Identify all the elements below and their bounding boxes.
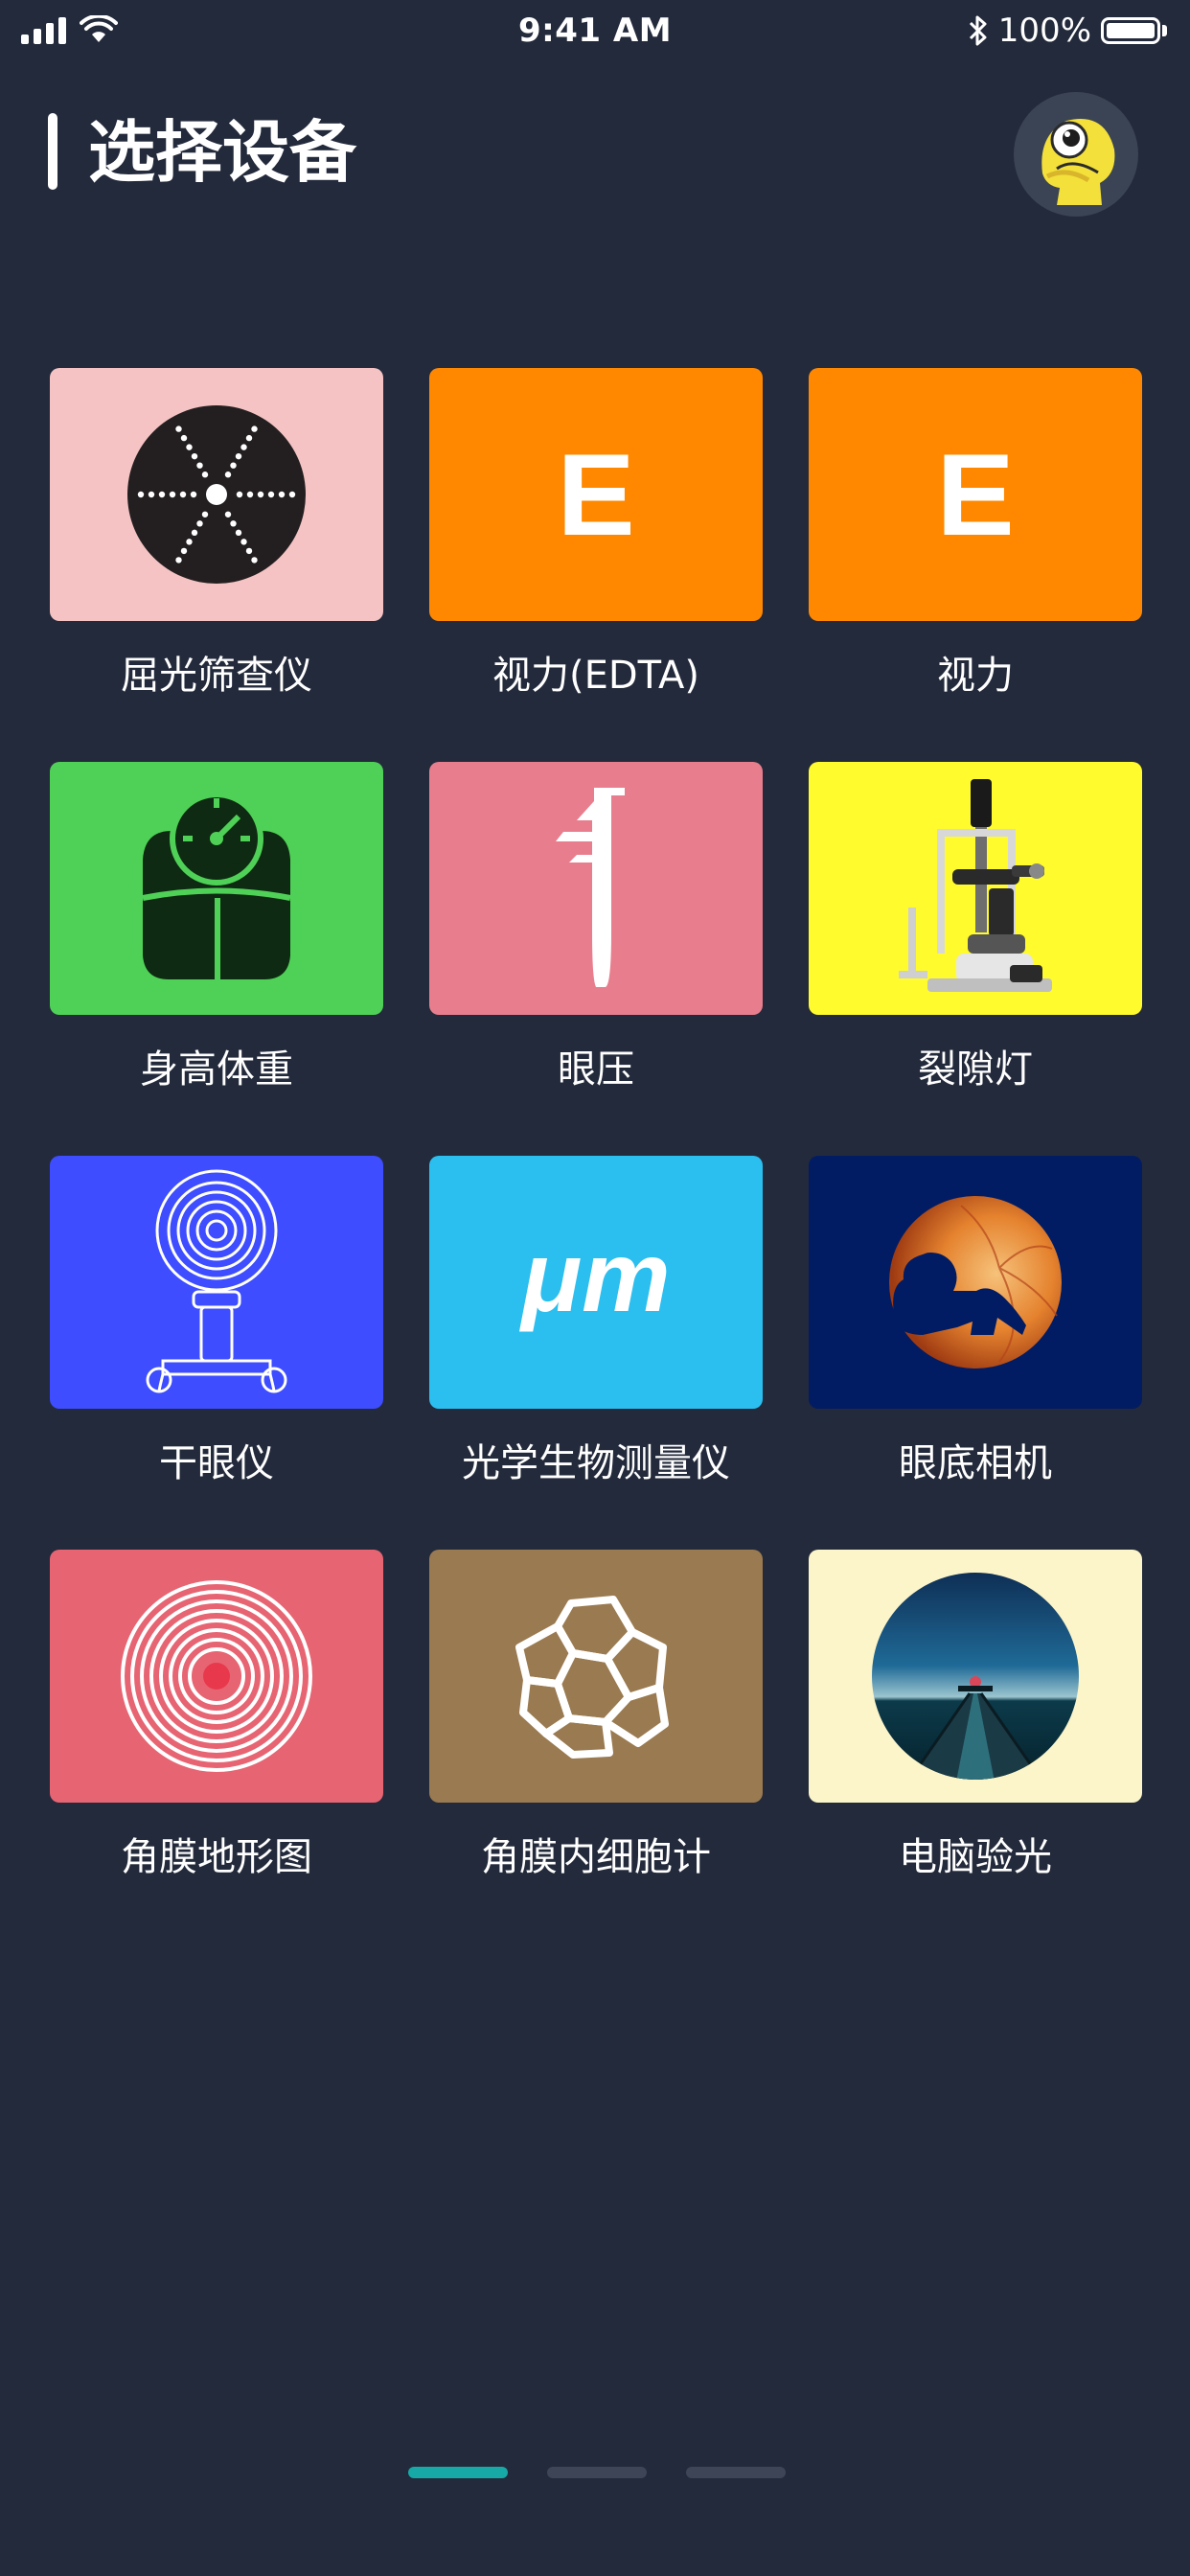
device-tile[interactable]: E <box>809 368 1142 621</box>
screener-dot <box>251 426 258 432</box>
refraction-screener-icon <box>127 405 306 584</box>
device-tile[interactable]: μm <box>429 1156 763 1409</box>
screener-dot <box>224 511 232 518</box>
device-tile[interactable] <box>50 368 383 621</box>
screener-dot <box>257 491 264 498</box>
screener-dot <box>186 539 193 545</box>
device-label: 眼底相机 <box>899 1441 1052 1485</box>
page-dot[interactable] <box>408 2467 508 2478</box>
screener-dot <box>196 462 203 469</box>
screen: 9:41 AM 100% 选择设备 屈光筛查仪 E 视力(EDTA) E 视力 … <box>0 0 1190 2576</box>
screener-dot <box>179 491 187 498</box>
screener-dot <box>235 452 242 460</box>
battery-icon <box>1101 17 1160 44</box>
screener-dot <box>278 491 286 498</box>
screener-dot <box>196 520 203 527</box>
screener-dot <box>158 491 166 498</box>
device-tile[interactable] <box>50 1550 383 1803</box>
screener-dot <box>175 426 182 432</box>
device-tile[interactable] <box>809 762 1142 1015</box>
tonometer-icon <box>556 788 625 987</box>
device-label: 裂隙灯 <box>918 1047 1033 1092</box>
scale-icon <box>142 793 291 980</box>
header: 选择设备 <box>0 86 1190 220</box>
screener-dot <box>191 452 198 460</box>
device-tile[interactable] <box>429 762 763 1015</box>
device-tile[interactable] <box>809 1156 1142 1409</box>
screener-dot <box>267 491 275 498</box>
screener-dot <box>148 491 155 498</box>
screener-dot <box>240 539 247 545</box>
status-bar: 9:41 AM 100% <box>0 0 1190 63</box>
svg-text:μm: μm <box>518 1225 670 1333</box>
screener-dot <box>186 444 193 450</box>
screener-dot <box>236 491 243 498</box>
page-dot[interactable] <box>547 2467 647 2478</box>
battery-nub <box>1162 25 1167 36</box>
page-dot[interactable] <box>686 2467 786 2478</box>
device-label: 角膜地形图 <box>121 1835 312 1879</box>
screener-dot <box>175 557 182 564</box>
device-tile[interactable] <box>50 762 383 1015</box>
screener-dot <box>245 547 253 555</box>
endothelial-cells-icon <box>515 1596 669 1759</box>
screener-dot <box>240 444 247 450</box>
title-accent-bar <box>48 113 57 190</box>
screener-dot <box>191 529 198 537</box>
page-title: 选择设备 <box>88 113 356 192</box>
screener-dot <box>230 462 237 469</box>
eye-chart-e-icon: E <box>936 447 1014 542</box>
device-label: 屈光筛查仪 <box>121 654 312 698</box>
eye-chart-e-icon: E <box>557 447 634 542</box>
device-label: 干眼仪 <box>159 1441 274 1485</box>
device-label: 电脑验光 <box>899 1835 1052 1879</box>
device-label: 角膜内细胞计 <box>481 1835 711 1879</box>
screener-dot <box>235 529 242 537</box>
screener-dot <box>245 434 253 442</box>
device-tile[interactable] <box>429 1550 763 1803</box>
auto-refractor-icon <box>872 1573 1079 1780</box>
screener-dot <box>180 547 188 555</box>
screener-dot <box>288 491 296 498</box>
device-label: 眼压 <box>558 1047 634 1092</box>
status-right: 100% <box>968 12 1167 50</box>
bluetooth-icon <box>969 15 987 46</box>
device-tile[interactable] <box>50 1156 383 1409</box>
avatar[interactable] <box>1014 92 1138 217</box>
svg-text:E: E <box>557 447 634 542</box>
screener-dot <box>190 491 197 498</box>
device-label: 光学生物测量仪 <box>462 1441 730 1485</box>
screener-dot <box>230 520 237 527</box>
svg-text:E: E <box>936 447 1014 542</box>
page-indicator <box>0 2467 1190 2482</box>
corneal-topography-icon <box>121 1580 312 1772</box>
dry-eye-device-icon <box>146 1169 287 1393</box>
screener-dot <box>246 491 254 498</box>
screener-dot <box>201 472 209 478</box>
device-label: 视力(EDTA) <box>492 654 699 698</box>
device-label: 身高体重 <box>140 1047 293 1092</box>
device-tile[interactable]: E <box>429 368 763 621</box>
screener-dot <box>137 491 145 498</box>
micrometer-icon: μm <box>518 1225 670 1333</box>
cartoon-avatar-icon <box>1017 95 1135 214</box>
device-label: 视力 <box>937 654 1014 698</box>
device-tile[interactable] <box>809 1550 1142 1803</box>
slit-lamp-icon <box>899 779 1052 992</box>
screener-dot <box>169 491 176 498</box>
screener-dot <box>201 511 209 518</box>
screener-dot <box>251 557 258 564</box>
battery-fill <box>1107 23 1155 38</box>
screener-dot <box>224 472 232 478</box>
screener-dot <box>180 434 188 442</box>
battery-text: 100% <box>997 12 1091 50</box>
fundus-camera-icon <box>889 1196 1062 1368</box>
